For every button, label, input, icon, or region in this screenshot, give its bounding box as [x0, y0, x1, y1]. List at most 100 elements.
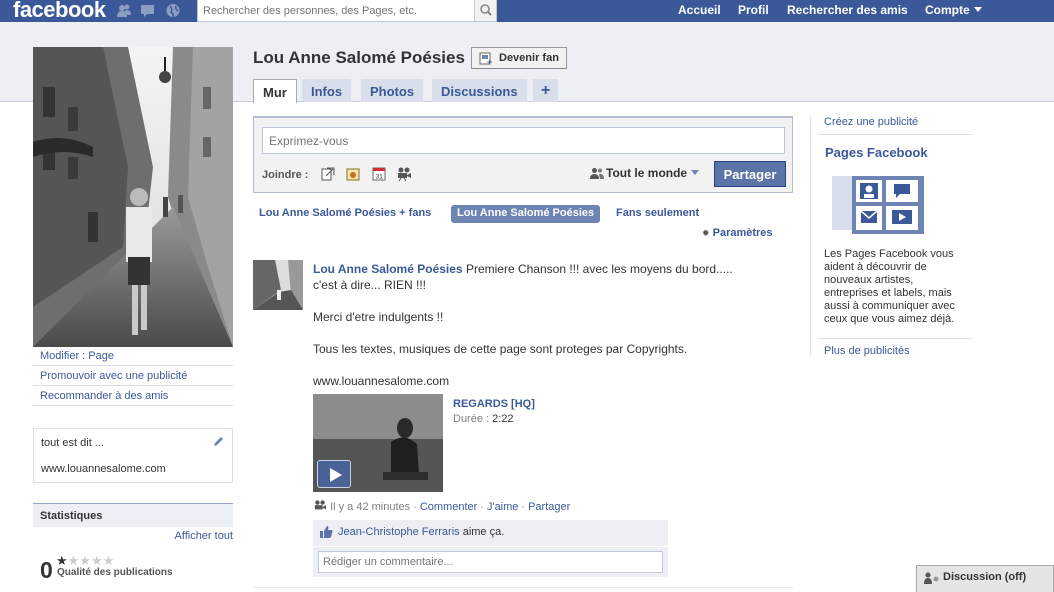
- become-fan-label: Devenir fan: [499, 52, 559, 64]
- search-icon: [480, 4, 492, 16]
- pencil-icon[interactable]: [212, 436, 224, 448]
- filter-fans-only[interactable]: Fans seulement: [610, 205, 705, 223]
- thumbs-up-icon: [320, 526, 333, 538]
- filter-page-and-fans[interactable]: Lou Anne Salomé Poésies + fans: [253, 205, 437, 223]
- tab-photos[interactable]: Photos: [361, 79, 424, 102]
- recommend-friends-label: Recommander à des amis: [40, 390, 169, 402]
- search-button[interactable]: [474, 0, 496, 21]
- chevron-down-icon: [973, 7, 982, 12]
- likes-suffix: aime ça.: [459, 526, 505, 538]
- story-author-avatar[interactable]: [253, 260, 303, 310]
- info-website[interactable]: www.louannesalome.com: [41, 463, 225, 475]
- search-box: [197, 0, 497, 22]
- pages-facebook-description: Les Pages Facebook vous aident à découvr…: [824, 248, 955, 325]
- settings-link[interactable]: ✹ Paramètres: [702, 227, 773, 239]
- event-icon[interactable]: 31: [371, 166, 387, 182]
- become-fan-button[interactable]: + Devenir fan: [471, 47, 567, 69]
- edit-page-label: Modifier : Page: [40, 350, 114, 362]
- chat-people-icon: [924, 572, 939, 584]
- story-text-3: Tous les textes, musiques de cette page …: [313, 342, 688, 356]
- recommend-friends-link[interactable]: Recommander à des amis: [33, 387, 233, 406]
- top-bar: facebook Accueil Profil Rechercher des a…: [0, 0, 1054, 22]
- story-meta: Il y a 42 minutes · Commenter · J'aime · Parta…: [313, 500, 570, 513]
- video-duration-label: Durée :: [453, 413, 490, 425]
- video-duration-value: 2:22: [492, 413, 514, 425]
- more-ads-link[interactable]: Plus de publicités: [824, 345, 910, 357]
- promote-ad-label: Promouvoir avec une publicité: [40, 370, 188, 382]
- star-filled-icon: ★: [56, 553, 68, 568]
- comment-link[interactable]: Commenter: [420, 501, 477, 513]
- settings-label: Paramètres: [712, 227, 773, 239]
- profile-picture[interactable]: [33, 47, 233, 347]
- right-separator: [818, 134, 972, 135]
- story-website-link[interactable]: www.louannesalome.com: [313, 373, 753, 389]
- chat-label: Discussion (off): [943, 571, 1027, 583]
- nav-profile-link[interactable]: Profil: [738, 3, 769, 17]
- info-box: tout est dit ... www.louannesalome.com: [33, 428, 233, 483]
- edit-page-link[interactable]: Modifier : Page: [33, 347, 233, 366]
- avatar-image: [253, 260, 303, 310]
- story-author-link[interactable]: Lou Anne Salomé Poésies: [313, 262, 463, 276]
- privacy-selector[interactable]: Tout le monde: [590, 166, 700, 180]
- friend-requests-icon[interactable]: [116, 3, 132, 18]
- gear-icon: ✹: [702, 228, 710, 238]
- create-ad-link[interactable]: Créez une publicité: [824, 116, 918, 128]
- page-title: Lou Anne Salomé Poésies: [253, 48, 465, 67]
- story-time[interactable]: Il y a 42 minutes: [330, 501, 410, 513]
- nav-account-menu[interactable]: Compte: [925, 3, 982, 17]
- tab-info[interactable]: Infos: [302, 79, 352, 102]
- filter-page-only[interactable]: Lou Anne Salomé Poésies: [451, 205, 601, 223]
- story-body: Lou Anne Salomé Poésies Premiere Chanson…: [313, 261, 753, 389]
- messages-icon[interactable]: [140, 3, 156, 18]
- like-link[interactable]: J'aime: [487, 501, 518, 513]
- street-photo: [33, 47, 233, 347]
- right-separator: [818, 338, 972, 339]
- stats-header: Statistiques: [33, 503, 233, 527]
- story-text-2: Merci d'etre indulgents !!: [313, 310, 444, 324]
- star-empty-icon: ★★★★: [67, 553, 115, 568]
- tab-add[interactable]: +: [533, 79, 559, 102]
- play-button[interactable]: [317, 460, 351, 488]
- svg-text:+: +: [487, 57, 492, 66]
- video-thumbnail[interactable]: [313, 394, 443, 492]
- search-input[interactable]: [198, 0, 474, 21]
- right-column-divider: [810, 116, 811, 356]
- stats-see-all-link[interactable]: Afficher tout: [33, 530, 234, 542]
- link-icon[interactable]: [320, 166, 336, 182]
- facebook-logo[interactable]: facebook: [13, 0, 106, 23]
- share-button[interactable]: Partager: [714, 161, 786, 187]
- comment-box: [313, 547, 668, 577]
- story-first-paragraph: Lou Anne Salomé Poésies Premiere Chanson…: [313, 261, 753, 293]
- stats-score: 0: [40, 557, 53, 583]
- video-icon: [314, 500, 326, 510]
- tab-discussions[interactable]: Discussions: [432, 79, 527, 102]
- notifications-globe-icon[interactable]: [165, 3, 181, 18]
- nav-home-link[interactable]: Accueil: [678, 3, 721, 17]
- tab-wall[interactable]: Mur: [253, 79, 297, 103]
- chevron-down-icon: [691, 170, 700, 175]
- nav-account-label: Compte: [925, 3, 970, 17]
- status-input[interactable]: [262, 127, 785, 154]
- attach-label: Joindre :: [262, 169, 309, 181]
- story-divider: [253, 587, 793, 588]
- video-icon[interactable]: [396, 166, 412, 182]
- svg-text:31: 31: [376, 174, 384, 181]
- share-link[interactable]: Partager: [528, 501, 570, 513]
- photo-icon[interactable]: [345, 166, 361, 182]
- likes-box: Jean-Christophe Ferraris aime ça.: [313, 520, 668, 546]
- info-line-1: tout est dit ...: [41, 437, 104, 449]
- chat-bar[interactable]: Discussion (off): [916, 565, 1054, 592]
- pages-facebook-title[interactable]: Pages Facebook: [825, 145, 928, 160]
- fan-icon: +: [479, 52, 492, 66]
- play-icon: [330, 468, 342, 482]
- video-duration: Durée : 2:22: [453, 413, 514, 425]
- video-title-link[interactable]: REGARDS [HQ]: [453, 398, 535, 410]
- nav-find-friends-link[interactable]: Rechercher des amis: [787, 3, 908, 17]
- liker-name-link[interactable]: Jean-Christophe Ferraris: [338, 526, 460, 538]
- privacy-label: Tout le monde: [606, 166, 688, 180]
- people-icon: [590, 168, 604, 179]
- comment-input[interactable]: [318, 551, 663, 573]
- stats-label: Qualité des publications: [57, 567, 173, 578]
- promote-ad-link[interactable]: Promouvoir avec une publicité: [33, 367, 233, 386]
- facebook-pages-illustration[interactable]: [830, 172, 926, 236]
